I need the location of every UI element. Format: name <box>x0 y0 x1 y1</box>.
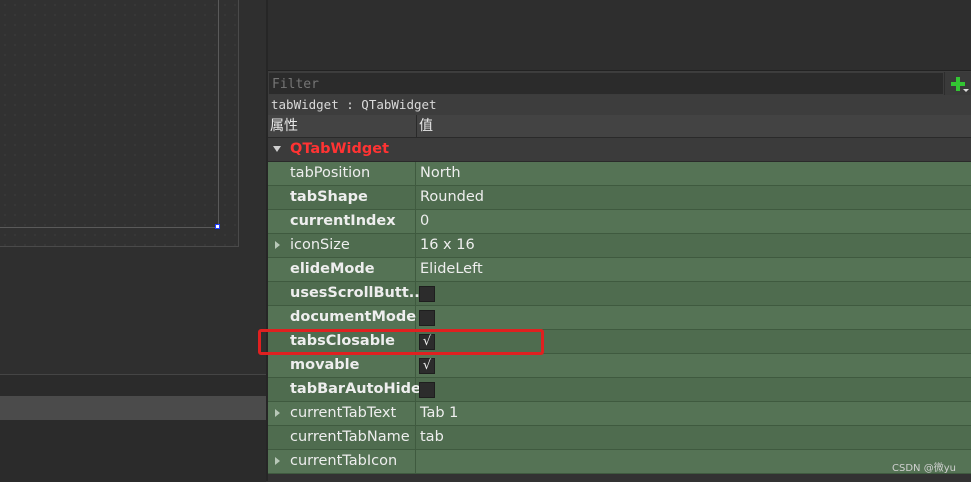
property-name-cell[interactable]: tabShape <box>268 186 416 209</box>
expand-arrow-icon[interactable] <box>275 241 280 249</box>
property-checkbox[interactable]: √ <box>419 334 435 350</box>
property-checkbox[interactable] <box>419 310 435 326</box>
property-name-cell[interactable]: iconSize <box>268 234 416 257</box>
property-row[interactable]: tabsClosable √ <box>268 330 971 354</box>
filter-input[interactable] <box>268 72 944 95</box>
property-name: iconSize <box>290 237 350 253</box>
property-name: tabPosition <box>290 165 371 181</box>
property-name-cell[interactable]: currentTabIcon <box>268 450 416 473</box>
left-panel-header-strip <box>0 396 266 420</box>
object-inspector-area <box>268 0 971 71</box>
checkmark-icon: √ <box>422 334 432 349</box>
property-name-cell[interactable]: usesScrollButt... <box>268 282 425 305</box>
collapse-arrow-icon[interactable] <box>273 146 281 152</box>
property-name: currentTabText <box>290 405 397 421</box>
form-canvas[interactable] <box>0 0 239 247</box>
property-row[interactable]: tabBarAutoHide <box>268 378 971 402</box>
property-row[interactable]: elideMode ElideLeft <box>268 258 971 282</box>
group-label: QTabWidget <box>290 141 390 157</box>
property-row[interactable]: currentIndex 0 <box>268 210 971 234</box>
property-value[interactable]: Rounded <box>418 186 484 209</box>
property-value[interactable]: Tab 1 <box>418 402 458 425</box>
form-design-area[interactable] <box>0 0 266 374</box>
resize-handle[interactable] <box>215 224 220 229</box>
current-object-label: tabWidget : QTabWidget <box>268 95 971 115</box>
property-name-cell[interactable]: currentTabText <box>268 402 416 425</box>
property-row[interactable]: currentTabText Tab 1 <box>268 402 971 426</box>
property-value[interactable]: tab <box>418 426 444 449</box>
property-name: currentIndex <box>290 213 396 229</box>
property-name: tabsClosable <box>290 333 395 349</box>
property-checkbox[interactable] <box>419 382 435 398</box>
watermark: CSDN @微yu <box>892 463 956 474</box>
property-name-cell[interactable]: movable <box>268 354 416 377</box>
property-row[interactable]: iconSize 16 x 16 <box>268 234 971 258</box>
property-table-header: 属性 值 <box>268 115 971 138</box>
checkmark-icon: √ <box>422 358 432 373</box>
tab-widget-outline[interactable] <box>0 0 219 228</box>
property-name-cell[interactable]: tabPosition <box>268 162 416 185</box>
left-bottom-panel <box>0 374 266 482</box>
property-row[interactable]: movable √ <box>268 354 971 378</box>
property-name-cell[interactable]: currentTabName <box>268 426 416 449</box>
dropdown-caret-icon <box>963 89 969 92</box>
property-value[interactable]: 0 <box>418 210 429 233</box>
property-name-cell[interactable]: documentMode <box>268 306 416 329</box>
property-checkbox[interactable]: √ <box>419 358 435 374</box>
property-rows: tabPosition North tabShape Rounded currentIn… <box>268 162 971 474</box>
property-checkbox[interactable] <box>419 286 435 302</box>
property-value[interactable]: North <box>418 162 461 185</box>
header-property[interactable]: 属性 <box>268 115 417 137</box>
property-row[interactable]: currentTabIcon <box>268 450 971 474</box>
add-dynamic-property-button[interactable] <box>945 72 971 95</box>
property-row[interactable]: currentTabName tab <box>268 426 971 450</box>
property-name-cell[interactable]: tabsClosable <box>268 330 416 353</box>
property-name-cell[interactable]: elideMode <box>268 258 416 281</box>
filter-bar <box>268 71 971 95</box>
property-name: movable <box>290 357 360 373</box>
property-value[interactable]: ElideLeft <box>418 258 483 281</box>
property-name: usesScrollButt... <box>290 285 426 301</box>
property-name: tabBarAutoHide <box>290 381 421 397</box>
property-name: elideMode <box>290 261 375 277</box>
property-name: tabShape <box>290 189 368 205</box>
property-value[interactable] <box>418 450 420 473</box>
property-row[interactable]: documentMode <box>268 306 971 330</box>
property-value[interactable]: 16 x 16 <box>418 234 475 257</box>
expand-arrow-icon[interactable] <box>275 409 280 417</box>
property-name: documentMode <box>290 309 417 325</box>
expand-arrow-icon[interactable] <box>275 457 280 465</box>
property-row[interactable]: tabPosition North <box>268 162 971 186</box>
property-name: currentTabName <box>290 429 410 445</box>
property-name: currentTabIcon <box>290 453 398 469</box>
property-name-cell[interactable]: tabBarAutoHide <box>268 378 421 401</box>
header-value[interactable]: 值 <box>417 115 433 137</box>
property-row[interactable]: usesScrollButt... <box>268 282 971 306</box>
property-name-cell[interactable]: currentIndex <box>268 210 416 233</box>
group-row-qtabwidget[interactable]: QTabWidget <box>268 138 971 162</box>
property-row[interactable]: tabShape Rounded <box>268 186 971 210</box>
